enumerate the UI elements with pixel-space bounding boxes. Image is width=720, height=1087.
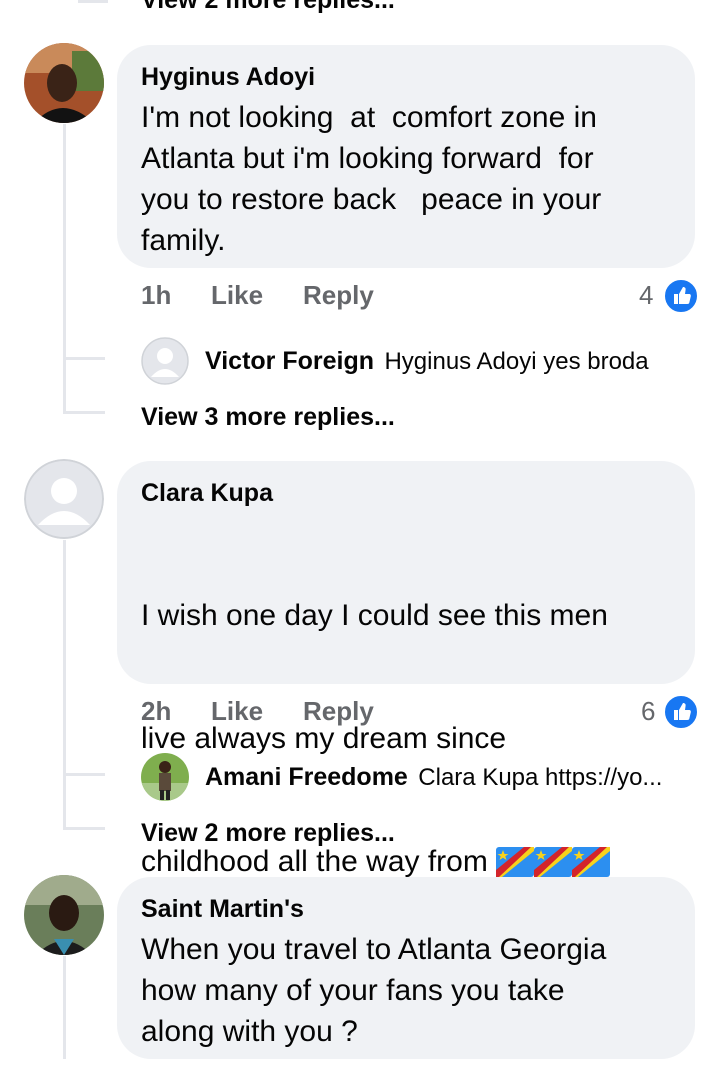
avatar[interactable] (24, 43, 104, 123)
reply-text: Clara Kupa https://yo... (418, 764, 663, 791)
drc-flag-emoji-icon (572, 847, 611, 877)
thread-line (63, 124, 66, 414)
reply-button[interactable]: Reply (303, 696, 374, 727)
like-reaction-icon[interactable] (663, 694, 699, 730)
reaction-count[interactable]: 6 (641, 696, 655, 727)
comment-text-segment: childhood all the way from (141, 845, 497, 878)
reply-avatar[interactable] (141, 337, 189, 385)
thread-line (63, 411, 105, 414)
thread-line (63, 956, 66, 1059)
thread-line (63, 357, 105, 360)
thread-line (63, 540, 66, 830)
reply-button[interactable]: Reply (303, 280, 374, 311)
reply-author[interactable]: Amani Freedome (205, 763, 408, 791)
reaction-count[interactable]: 4 (639, 280, 653, 311)
like-button[interactable]: Like (211, 696, 263, 727)
drc-flag-emoji-icon (496, 847, 535, 877)
comment-bubble: Hyginus Adoyi I'm not looking at comfort… (117, 45, 695, 268)
avatar[interactable] (24, 459, 104, 539)
thread-line (63, 773, 105, 776)
comment-author[interactable]: Clara Kupa (141, 477, 671, 509)
comment-text: When you travel to Atlanta Georgia how m… (141, 933, 607, 1048)
comment-timestamp[interactable]: 1h (141, 280, 171, 311)
view-more-replies-link[interactable]: View 2 more replies... (141, 0, 395, 15)
thread-line (78, 0, 108, 3)
reply-author[interactable]: Victor Foreign (205, 347, 374, 375)
comment-author[interactable]: Hyginus Adoyi (141, 61, 671, 93)
thread-line (63, 827, 105, 830)
comment-timestamp[interactable]: 2h (141, 696, 171, 727)
reply-preview[interactable]: Amani Freedome Clara Kupa https://yo... (205, 763, 662, 811)
like-button[interactable]: Like (211, 280, 263, 311)
comment-text: I'm not looking at comfort zone in Atlan… (141, 101, 602, 257)
comment-bubble: Clara Kupa I wish one day I could see th… (117, 461, 695, 1000)
view-more-replies-link[interactable]: View 2 more replies... (141, 819, 395, 848)
like-reaction-icon[interactable] (663, 278, 699, 314)
reply-text: Hyginus Adoyi yes broda (384, 348, 649, 375)
comment-bubble: Saint Martin's When you travel to Atlant… (117, 877, 695, 1059)
reply-avatar[interactable] (141, 753, 189, 801)
reply-preview[interactable]: Victor Foreign Hyginus Adoyi yes broda (205, 347, 649, 395)
view-more-replies-link[interactable]: View 3 more replies... (141, 403, 395, 432)
drc-flag-emoji-icon (534, 847, 573, 877)
avatar[interactable] (24, 875, 104, 955)
comment-text-line: I wish one day I could see this men (141, 599, 608, 632)
comment-author[interactable]: Saint Martin's (141, 893, 671, 925)
